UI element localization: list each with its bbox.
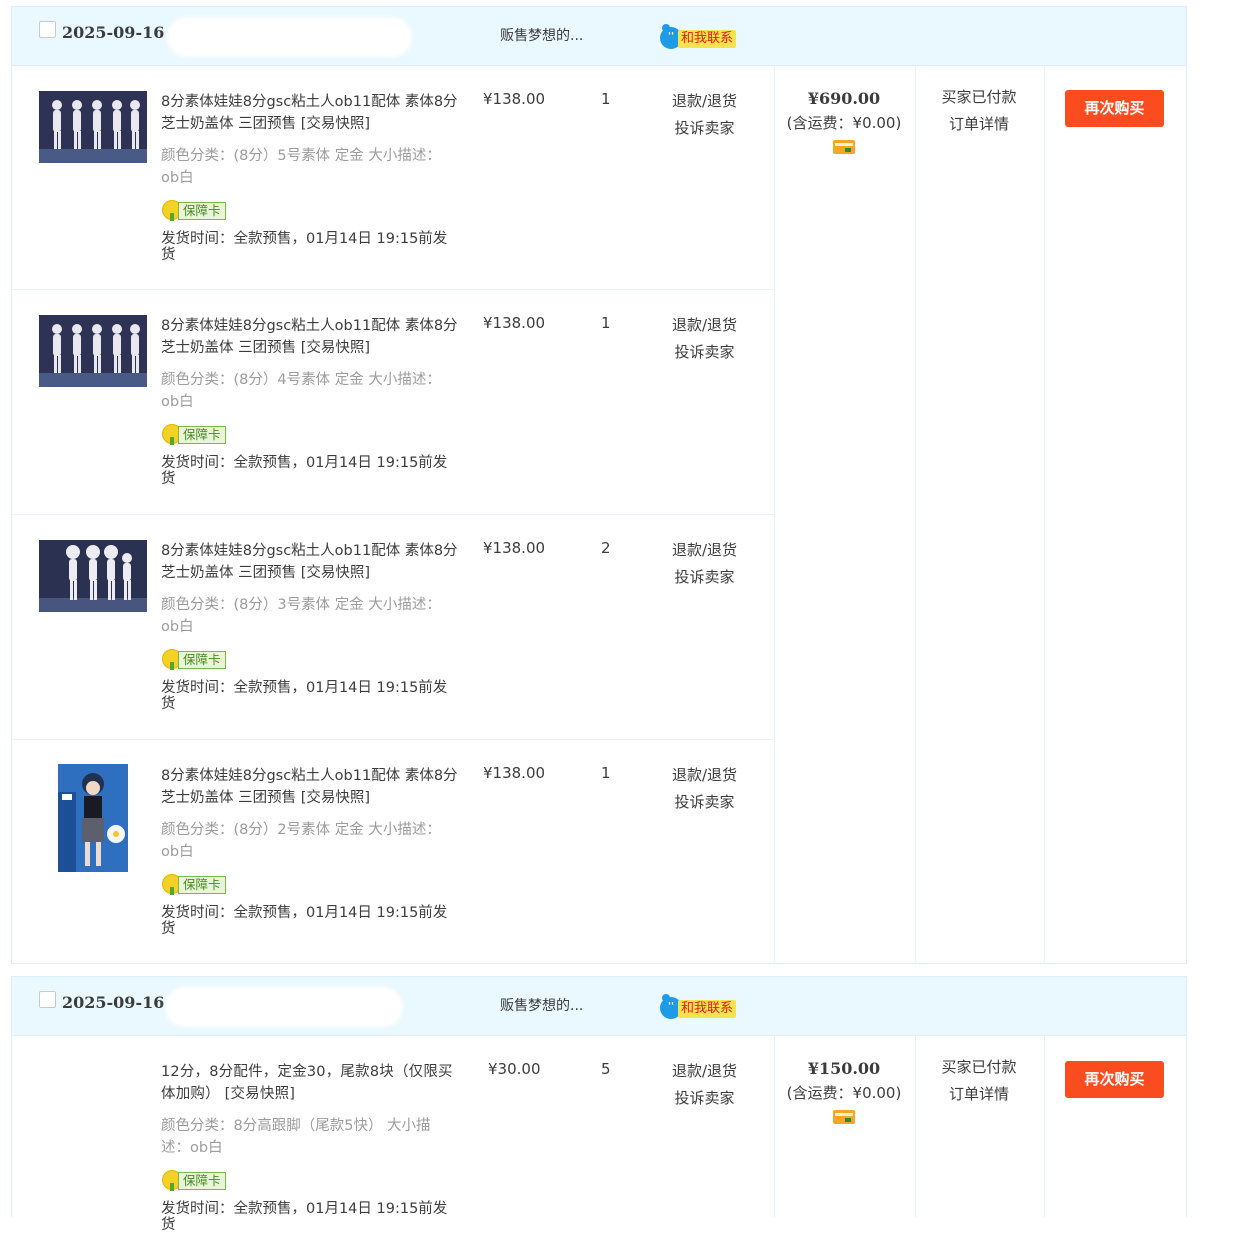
quantity: 5 <box>601 1060 611 1078</box>
product-attributes: 颜色分类：(8分）5号素体 定金 大小描述：ob白 <box>161 148 441 186</box>
shop-name-link[interactable]: 贩售梦想的... <box>500 25 583 45</box>
product-thumbnail[interactable] <box>39 315 147 387</box>
unit-price: ¥138.00 <box>483 764 546 782</box>
order-checkbox[interactable] <box>39 21 56 38</box>
guarantee-badge-label: 保障卡 <box>178 426 226 444</box>
complain-link[interactable]: 投诉卖家 <box>652 115 757 142</box>
guarantee-badge[interactable]: 保障卡 <box>162 424 230 445</box>
guarantee-badge-label: 保障卡 <box>178 1172 226 1190</box>
guarantee-badge-label: 保障卡 <box>178 651 226 669</box>
product-thumbnail[interactable] <box>39 91 147 163</box>
payment-card-icon[interactable] <box>833 1110 855 1124</box>
item-operations: 退款/退货 投诉卖家 <box>652 312 757 366</box>
redacted-order-number <box>165 987 403 1027</box>
product-thumbnail[interactable] <box>39 540 147 612</box>
quantity: 2 <box>601 539 611 557</box>
ship-time: 发货时间：全款预售，01月14日 19:15前发货 <box>161 905 448 937</box>
rebuy-button[interactable]: 再次购买 <box>1065 1061 1164 1098</box>
contact-label: 和我联系 <box>678 1000 737 1018</box>
redacted-order-number <box>167 17 412 57</box>
order-total-amount: ¥150.00 <box>807 1059 881 1078</box>
order-detail-link[interactable]: 订单详情 <box>915 111 1043 138</box>
column-divider <box>1044 1036 1045 1217</box>
product-attributes: 颜色分类：(8分）3号素体 定金 大小描述：ob白 <box>161 597 441 635</box>
ship-time: 发货时间：全款预售，01月14日 19:15前发货 <box>161 455 448 487</box>
unit-price: ¥30.00 <box>488 1060 541 1078</box>
item-operations: 退款/退货 投诉卖家 <box>652 762 757 816</box>
order-total-amount: ¥690.00 <box>807 89 881 108</box>
order-card: 2025-09-16 贩售梦想的... '' 和我联系 12分，8分配件，定金3… <box>11 976 1187 1233</box>
order-checkbox[interactable] <box>39 991 56 1008</box>
refund-link[interactable]: 退款/退货 <box>652 88 757 115</box>
order-item-row: 12分，8分配件，定金30，尾款8块（仅限买体加购） [交易快照] 颜色分类：8… <box>12 1036 774 1233</box>
order-card: 2025-09-16 贩售梦想的... '' 和我联系 8分素体娃娃8分gsc粘… <box>11 6 1187 964</box>
guarantee-badge-label: 保障卡 <box>178 202 226 220</box>
quantity: 1 <box>601 764 611 782</box>
item-operations: 退款/退货 投诉卖家 <box>652 88 757 142</box>
status-text: 买家已付款 <box>941 88 1017 106</box>
payment-card-icon[interactable] <box>833 140 855 154</box>
unit-price: ¥138.00 <box>483 314 546 332</box>
item-operations: 退款/退货 投诉卖家 <box>652 1058 757 1112</box>
rebuy-button[interactable]: 再次购买 <box>1065 90 1164 127</box>
order-total: ¥150.00 (含运费：¥0.00) <box>774 1036 914 1124</box>
order-detail-link[interactable]: 订单详情 <box>915 1081 1043 1108</box>
quantity: 1 <box>601 90 611 108</box>
guarantee-badge[interactable]: 保障卡 <box>162 1170 230 1191</box>
shipping-fee: (含运费：¥0.00) <box>786 114 902 132</box>
quantity: 1 <box>601 314 611 332</box>
product-title-link[interactable]: 8分素体娃娃8分gsc粘土人ob11配体 素体8分芝士奶盖体 三团预售 [交易快… <box>161 315 461 359</box>
complain-link[interactable]: 投诉卖家 <box>652 789 757 816</box>
product-attributes: 颜色分类：8分高跟脚（尾款5快） 大小描述：ob白 <box>161 1118 431 1156</box>
guarantee-badge[interactable]: 保障卡 <box>162 874 230 895</box>
refund-link[interactable]: 退款/退货 <box>652 1058 757 1085</box>
item-operations: 退款/退货 投诉卖家 <box>652 537 757 591</box>
product-attributes: 颜色分类：(8分）2号素体 定金 大小描述：ob白 <box>161 822 441 860</box>
refund-link[interactable]: 退款/退货 <box>652 312 757 339</box>
guarantee-badge[interactable]: 保障卡 <box>162 649 230 670</box>
contact-label: 和我联系 <box>678 30 737 48</box>
complain-link[interactable]: 投诉卖家 <box>652 1085 757 1112</box>
guarantee-badge-label: 保障卡 <box>178 876 226 894</box>
order-item-row: 8分素体娃娃8分gsc粘土人ob11配体 素体8分芝士奶盖体 三团预售 [交易快… <box>12 66 774 290</box>
product-title-link[interactable]: 8分素体娃娃8分gsc粘土人ob11配体 素体8分芝士奶盖体 三团预售 [交易快… <box>161 91 461 135</box>
ship-time: 发货时间：全款预售，01月14日 19:15前发货 <box>161 231 448 263</box>
status-text: 买家已付款 <box>941 1058 1017 1076</box>
ship-time: 发货时间：全款预售，01月14日 19:15前发货 <box>161 680 448 712</box>
order-total: ¥690.00 (含运费：¥0.00) <box>774 66 914 154</box>
guarantee-badge[interactable]: 保障卡 <box>162 200 230 221</box>
column-divider <box>915 66 916 962</box>
ship-time: 发货时间：全款预售，01月14日 19:15前发货 <box>161 1201 448 1233</box>
order-item-row: 8分素体娃娃8分gsc粘土人ob11配体 素体8分芝士奶盖体 三团预售 [交易快… <box>12 740 774 962</box>
complain-link[interactable]: 投诉卖家 <box>652 339 757 366</box>
refund-link[interactable]: 退款/退货 <box>652 762 757 789</box>
refund-link[interactable]: 退款/退货 <box>652 537 757 564</box>
order-status: 买家已付款 订单详情 <box>915 1036 1043 1108</box>
shipping-fee: (含运费：¥0.00) <box>786 1084 902 1102</box>
complain-link[interactable]: 投诉卖家 <box>652 564 757 591</box>
column-divider <box>1044 66 1045 962</box>
column-divider <box>774 66 775 962</box>
shop-name-link[interactable]: 贩售梦想的... <box>500 995 583 1015</box>
product-title-link[interactable]: 8分素体娃娃8分gsc粘土人ob11配体 素体8分芝士奶盖体 三团预售 [交易快… <box>161 765 461 809</box>
order-item-row: 8分素体娃娃8分gsc粘土人ob11配体 素体8分芝士奶盖体 三团预售 [交易快… <box>12 515 774 740</box>
order-item-row: 8分素体娃娃8分gsc粘土人ob11配体 素体8分芝士奶盖体 三团预售 [交易快… <box>12 290 774 515</box>
product-title-link[interactable]: 8分素体娃娃8分gsc粘土人ob11配体 素体8分芝士奶盖体 三团预售 [交易快… <box>161 540 461 584</box>
product-title-link[interactable]: 12分，8分配件，定金30，尾款8块（仅限买体加购） [交易快照] <box>161 1061 461 1105</box>
product-thumbnail[interactable] <box>58 764 128 872</box>
unit-price: ¥138.00 <box>483 90 546 108</box>
order-header: 2025-09-16 贩售梦想的... '' 和我联系 <box>12 977 1186 1036</box>
product-attributes: 颜色分类：(8分）4号素体 定金 大小描述：ob白 <box>161 372 441 410</box>
unit-price: ¥138.00 <box>483 539 546 557</box>
order-status: 买家已付款 订单详情 <box>915 66 1043 138</box>
order-header: 2025-09-16 贩售梦想的... '' 和我联系 <box>12 7 1186 66</box>
order-date: 2025-09-16 <box>62 993 165 1012</box>
order-date: 2025-09-16 <box>62 23 165 42</box>
